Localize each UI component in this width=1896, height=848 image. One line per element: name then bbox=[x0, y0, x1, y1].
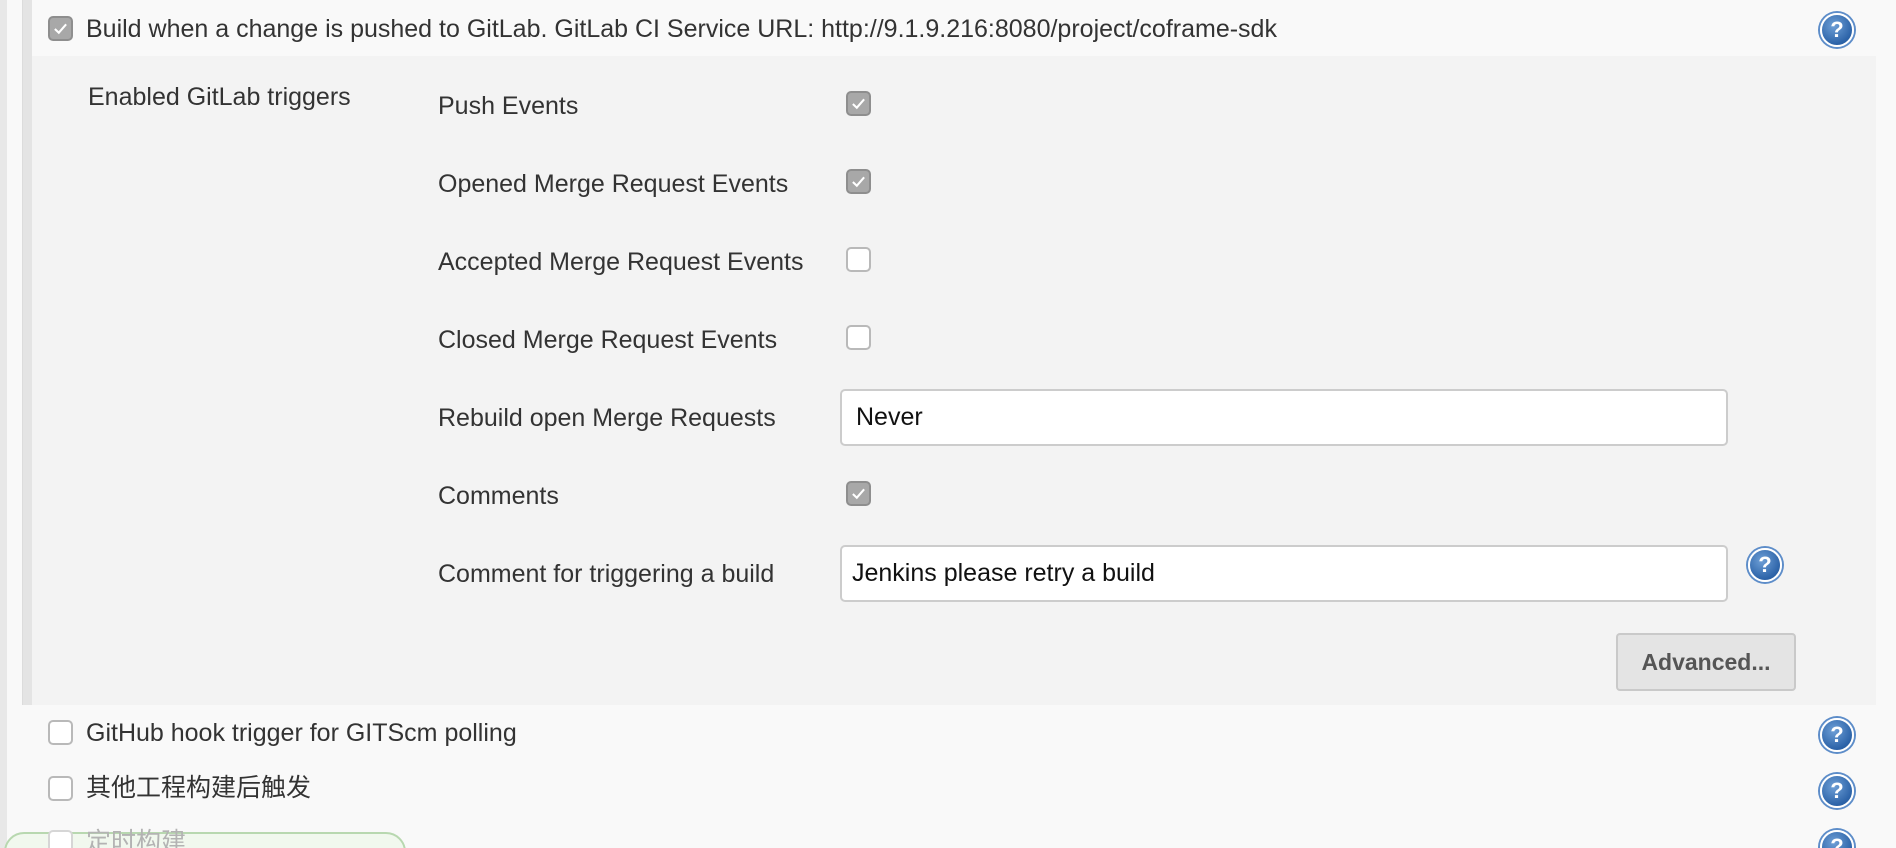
closed-mr-events-checkbox[interactable] bbox=[846, 325, 871, 350]
comments-checkbox[interactable] bbox=[846, 481, 871, 506]
comment-trigger-input[interactable]: Jenkins please retry a build bbox=[840, 545, 1728, 602]
help-icon[interactable]: ? bbox=[1748, 548, 1782, 582]
accepted-mr-events-label: Accepted Merge Request Events bbox=[438, 248, 804, 276]
help-icon[interactable]: ? bbox=[1820, 13, 1854, 47]
accepted-mr-events-checkbox[interactable] bbox=[846, 247, 871, 272]
help-icon[interactable]: ? bbox=[1820, 718, 1854, 752]
closed-mr-events-label: Closed Merge Request Events bbox=[438, 326, 778, 354]
scheduled-build-row: 定时构建 ? bbox=[0, 820, 1896, 848]
upstream-trigger-row bbox=[32, 761, 1896, 817]
checkmark-icon bbox=[852, 176, 865, 188]
help-icon[interactable]: ? bbox=[1820, 830, 1854, 848]
upstream-trigger-checkbox[interactable] bbox=[48, 776, 73, 801]
push-events-label: Push Events bbox=[438, 92, 579, 120]
build-triggers-section: Build when a change is pushed to GitLab.… bbox=[0, 0, 1896, 848]
checkmark-icon bbox=[852, 98, 865, 110]
help-icon[interactable]: ? bbox=[1820, 774, 1854, 808]
gitlab-trigger-label[interactable]: Build when a change is pushed to GitLab.… bbox=[86, 14, 1277, 44]
upstream-trigger-label[interactable]: 其他工程构建后触发 bbox=[86, 773, 311, 803]
enabled-triggers-title: Enabled GitLab triggers bbox=[88, 83, 351, 111]
github-hook-checkbox[interactable] bbox=[48, 720, 73, 745]
opened-mr-events-checkbox[interactable] bbox=[846, 169, 871, 194]
opened-mr-events-label: Opened Merge Request Events bbox=[438, 170, 789, 198]
comment-trigger-label: Comment for triggering a build bbox=[438, 560, 775, 588]
checkmark-icon bbox=[54, 23, 67, 35]
github-hook-label[interactable]: GitHub hook trigger for GITScm polling bbox=[86, 718, 517, 748]
push-events-checkbox[interactable] bbox=[846, 91, 871, 116]
gitlab-trigger-checkbox[interactable] bbox=[48, 16, 73, 41]
comments-label: Comments bbox=[438, 482, 559, 510]
outer-rail bbox=[0, 0, 7, 848]
gitlab-trigger-settings-panel bbox=[32, 56, 1876, 705]
rebuild-open-mr-label: Rebuild open Merge Requests bbox=[438, 404, 776, 432]
scheduled-build-label[interactable]: 定时构建 bbox=[86, 827, 186, 848]
advanced-button[interactable]: Advanced... bbox=[1616, 633, 1796, 691]
checkmark-icon bbox=[852, 488, 865, 500]
scheduled-build-checkbox[interactable] bbox=[48, 830, 73, 848]
rebuild-open-mr-select[interactable]: Never bbox=[840, 389, 1728, 446]
section-indent-rail bbox=[22, 0, 32, 705]
